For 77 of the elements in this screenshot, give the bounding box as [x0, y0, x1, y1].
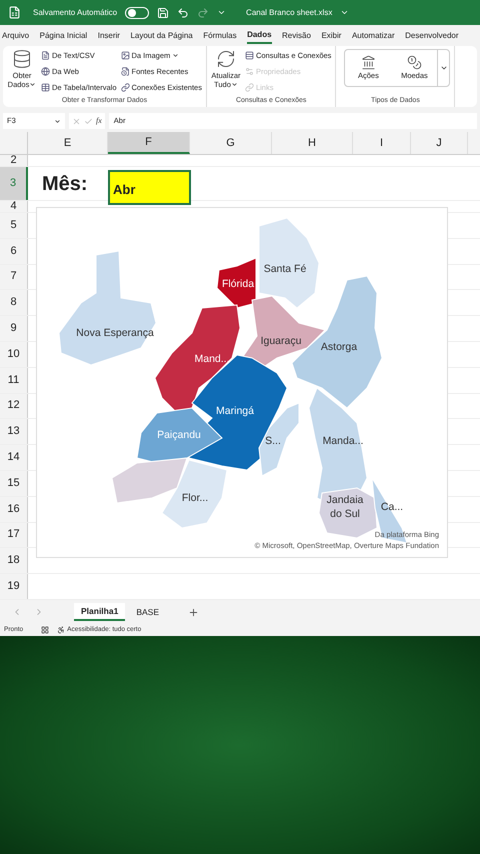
region-label: Santa Fé	[264, 263, 306, 275]
region-label: Nova Esperança	[76, 327, 154, 339]
region-label: Flor...	[182, 492, 208, 504]
row-header[interactable]: 12	[0, 394, 28, 418]
cell-mode-icon[interactable]	[41, 626, 50, 634]
month-label: Mês:	[41, 172, 89, 196]
menu-tab[interactable]: Arquivo	[2, 28, 30, 44]
menu-tab[interactable]: Layout da Página	[130, 28, 193, 44]
accessibility-icon[interactable]	[57, 626, 66, 634]
column-header[interactable]: I	[353, 132, 411, 154]
row-header[interactable]: 5	[0, 213, 28, 238]
region-label: Ca...	[380, 501, 404, 513]
region-label: Astorga	[320, 341, 358, 353]
row-header[interactable]: 16	[0, 496, 28, 522]
autosave-toggle[interactable]	[125, 6, 150, 18]
undo-icon[interactable]	[177, 6, 190, 18]
sheet-tab[interactable]: Planilha1	[74, 603, 126, 621]
document-icon	[41, 51, 50, 60]
row-header[interactable]: 2	[0, 155, 28, 166]
region-label: Iguaraçu	[260, 335, 302, 347]
database-icon	[12, 49, 32, 69]
row-header[interactable]: 10	[0, 342, 28, 367]
link-icon	[244, 83, 254, 92]
add-sheet-icon[interactable]	[188, 606, 200, 618]
menu-tab[interactable]: Desenvolvedor	[405, 28, 459, 44]
settings-icon	[244, 67, 254, 76]
menu-tab[interactable]: Revisão	[282, 28, 311, 44]
menu-tab[interactable]: Automatizar	[352, 28, 395, 44]
row-header[interactable]: 6	[0, 238, 28, 264]
row-header[interactable]: 14	[0, 445, 28, 470]
menu-tab[interactable]: Página Inicial	[40, 28, 88, 44]
menu-tab[interactable]: Exibir	[321, 28, 342, 44]
row-header[interactable]: 19	[0, 574, 28, 599]
row-header[interactable]: 4	[0, 201, 28, 212]
region-label: Flórida	[222, 278, 254, 290]
coins-icon	[406, 54, 422, 70]
row-header[interactable]: 13	[0, 419, 28, 444]
excel-icon	[8, 6, 21, 19]
month-cell[interactable]: Abr	[108, 170, 191, 205]
row-header[interactable]: 17	[0, 522, 28, 548]
column-header[interactable]: G	[190, 132, 272, 154]
clock-document-icon	[120, 67, 130, 76]
bank-icon	[360, 54, 376, 70]
row-header[interactable]: 8	[0, 290, 28, 316]
image-icon	[120, 51, 130, 60]
link-icon	[120, 83, 130, 92]
row-header[interactable]: 18	[0, 548, 28, 574]
caret-icon	[54, 118, 61, 124]
column-header[interactable]: J	[411, 132, 468, 154]
region-label: Jandaia do Sul	[326, 494, 364, 520]
row-header[interactable]: 11	[0, 368, 28, 393]
row-header[interactable]: 7	[0, 264, 28, 290]
column-header[interactable]: F	[108, 132, 190, 154]
menu-tab[interactable]: Inserir	[98, 28, 120, 44]
globe-icon	[41, 67, 50, 76]
region-label: Manda...	[322, 435, 364, 447]
row-header[interactable]: 15	[0, 470, 28, 496]
insert-function-button[interactable]: fx	[96, 115, 102, 127]
caret-icon[interactable]	[340, 8, 350, 17]
sheet-tab[interactable]: BASE	[129, 603, 166, 621]
table-icon	[41, 83, 50, 92]
save-icon[interactable]	[157, 6, 170, 18]
region-label: Paiçandu	[157, 429, 201, 441]
list-icon	[244, 51, 254, 60]
menu-tab[interactable]: Dados	[247, 28, 272, 44]
customize-icon[interactable]	[217, 8, 226, 17]
expand-icon	[440, 64, 448, 72]
refresh-icon	[216, 49, 236, 69]
row-header[interactable]: 9	[0, 316, 28, 341]
region-label: S...	[265, 435, 281, 447]
autosave-label: Salvamento Automático	[33, 6, 118, 18]
menu-tab[interactable]: Fórmulas	[203, 28, 237, 44]
region-label: Maringá	[216, 405, 254, 417]
region-label: Mand...	[194, 353, 230, 365]
row-header[interactable]: 3	[0, 167, 28, 200]
file-name[interactable]: Canal Branco sheet.xlsx	[246, 6, 332, 18]
column-header[interactable]: H	[272, 132, 353, 154]
